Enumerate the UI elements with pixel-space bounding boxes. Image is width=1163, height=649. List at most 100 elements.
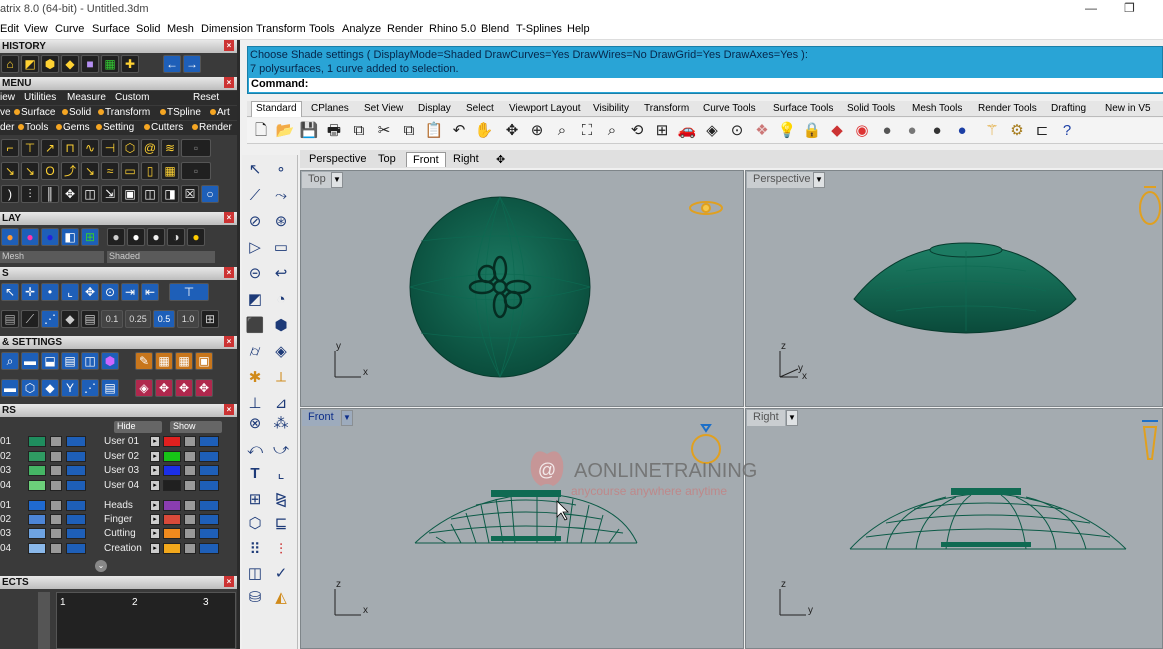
menu-item[interactable]: ve [0, 107, 11, 118]
menu-item[interactable]: TSpline [167, 107, 201, 118]
arrow-left-icon[interactable]: ← [163, 55, 181, 73]
play-icon[interactable]: ▸ [150, 436, 160, 447]
tool-icon[interactable]: ▦ [155, 352, 173, 370]
curve-tool-icon[interactable]: O [41, 162, 59, 180]
visibility-toggle[interactable] [199, 514, 219, 525]
circle-icon[interactable]: ○ [201, 185, 219, 203]
tool-icon[interactable]: ⬓ [41, 352, 59, 370]
tab-display[interactable]: Display [418, 103, 451, 114]
lock-icon[interactable] [50, 480, 62, 491]
zoom-window-icon[interactable]: ⌕ [552, 121, 572, 141]
snap-value[interactable]: 0.25 [125, 310, 151, 328]
lock-icon[interactable] [184, 480, 196, 491]
menu-transform[interactable]: Transform [256, 23, 306, 35]
curve-tool-icon[interactable]: ⊤ [21, 139, 39, 157]
tool-icon[interactable]: ⋰ [81, 379, 99, 397]
render-sphere-icon[interactable]: ● [952, 121, 972, 141]
lock-icon[interactable] [184, 514, 196, 525]
pan-hand-icon[interactable]: ✋ [474, 121, 494, 141]
tool-icon[interactable]: ◆ [61, 310, 79, 328]
tool-icon[interactable]: ▬ [21, 352, 39, 370]
menu-item[interactable]: Gems [63, 122, 90, 133]
layer-row[interactable]: User 04 ▸ [100, 480, 230, 493]
lock-icon[interactable] [184, 528, 196, 539]
visibility-toggle[interactable] [66, 451, 86, 462]
chamfer-icon[interactable]: ⤻ [270, 439, 292, 461]
group-icon[interactable]: ⁂ [270, 413, 292, 435]
open-folder-icon[interactable]: 📂 [275, 121, 295, 141]
zoom-icon[interactable]: ⊕ [527, 121, 547, 141]
visibility-toggle[interactable] [66, 528, 86, 539]
fillet-icon[interactable]: ⤺ [244, 439, 266, 461]
menu-help[interactable]: Help [567, 23, 590, 35]
curve-tool-icon[interactable]: ∿ [81, 139, 99, 157]
menu-tsplines[interactable]: T-Splines [516, 23, 562, 35]
magic-wand-icon[interactable]: ⚚ [982, 121, 1002, 141]
rotate-view-icon[interactable]: ⟲ [627, 121, 647, 141]
move-view-icon[interactable]: ✥ [502, 121, 522, 141]
slider-track[interactable] [38, 592, 50, 649]
menu-item[interactable]: Render [199, 122, 232, 133]
close-icon[interactable]: × [224, 336, 234, 347]
tool-icon[interactable]: ▤ [101, 379, 119, 397]
visibility-toggle[interactable] [199, 543, 219, 554]
layer-row[interactable]: User 02 ▸ [100, 451, 230, 464]
menu-tools[interactable]: Tools [309, 23, 335, 35]
layer-color-swatch[interactable] [163, 500, 181, 511]
tool-icon[interactable]: ☒ [181, 185, 199, 203]
render-sphere-icon[interactable]: ● [902, 121, 922, 141]
menu-view[interactable]: View [24, 23, 48, 35]
menu-item[interactable]: Cutters [151, 122, 183, 133]
analysis-icon[interactable]: ⊿ [270, 393, 292, 415]
paint-bucket-icon[interactable]: ⛁ [244, 587, 266, 609]
visibility-toggle[interactable] [66, 480, 86, 491]
menu-render[interactable]: Render [387, 23, 423, 35]
close-icon[interactable]: × [224, 77, 234, 88]
tool-icon[interactable]: ◨ [161, 185, 179, 203]
circle-icon[interactable]: ⊘ [244, 211, 266, 233]
tool-icon[interactable]: ▦ [101, 55, 119, 73]
curve-tool-icon[interactable]: ⬡ [121, 139, 139, 157]
menu-item[interactable]: der [0, 122, 14, 133]
checkmark-icon[interactable]: ✓ [270, 563, 292, 585]
play-icon[interactable]: ▸ [150, 500, 160, 511]
polygon-icon[interactable]: ⊝ [244, 263, 266, 285]
copy-icon[interactable]: ⧉ [399, 121, 419, 141]
solid-box-icon[interactable]: ⬡ [244, 513, 266, 535]
gear-icon[interactable]: ⚙ [1007, 121, 1027, 141]
layer-color-swatch[interactable] [28, 451, 46, 462]
lock-icon[interactable] [50, 543, 62, 554]
array-icon[interactable]: ⊞ [244, 489, 266, 511]
curve-tool-icon[interactable]: ⊣ [101, 139, 119, 157]
close-icon[interactable]: × [224, 212, 234, 223]
menu-tab[interactable]: Utilities [24, 92, 56, 103]
lock-icon[interactable] [184, 465, 196, 476]
tool-icon[interactable]: ✚ [121, 55, 139, 73]
four-view-icon[interactable]: ⊞ [652, 121, 672, 141]
lock-icon[interactable] [184, 451, 196, 462]
layer-row[interactable]: Cutting ▸ [100, 528, 230, 541]
tool-icon[interactable]: ⬢ [41, 55, 59, 73]
tab-transform[interactable]: Transform [644, 103, 689, 114]
new-file-icon[interactable]: 🗋 [251, 121, 271, 141]
help-icon[interactable]: ? [1057, 121, 1077, 141]
tool-icon[interactable]: ⇤ [141, 283, 159, 301]
box-icon[interactable]: ⬛ [244, 315, 266, 337]
tab-render-tools[interactable]: Render Tools [978, 103, 1037, 114]
menu-rhino5[interactable]: Rhino 5.0 [429, 23, 476, 35]
tool-icon[interactable]: ◧ [61, 228, 79, 246]
curve-tool-icon[interactable]: ⌐ [1, 139, 19, 157]
layer-row[interactable]: 01 [0, 436, 92, 449]
tab-front[interactable]: Front [406, 152, 446, 167]
tool-icon[interactable]: ⇥ [121, 283, 139, 301]
menu-solid[interactable]: Solid [136, 23, 160, 35]
dimension-icon[interactable]: ⊏ [1032, 121, 1052, 141]
curve-tool-icon[interactable]: ↘ [81, 162, 99, 180]
tool-icon[interactable]: ⋰ [41, 310, 59, 328]
lock-icon[interactable] [50, 465, 62, 476]
visibility-toggle[interactable] [66, 465, 86, 476]
layer-row[interactable]: Finger ▸ [100, 514, 230, 527]
tab-top[interactable]: Top [372, 152, 402, 166]
lock-icon[interactable]: 🔒 [802, 121, 822, 141]
tab-set-view[interactable]: Set View [364, 103, 403, 114]
